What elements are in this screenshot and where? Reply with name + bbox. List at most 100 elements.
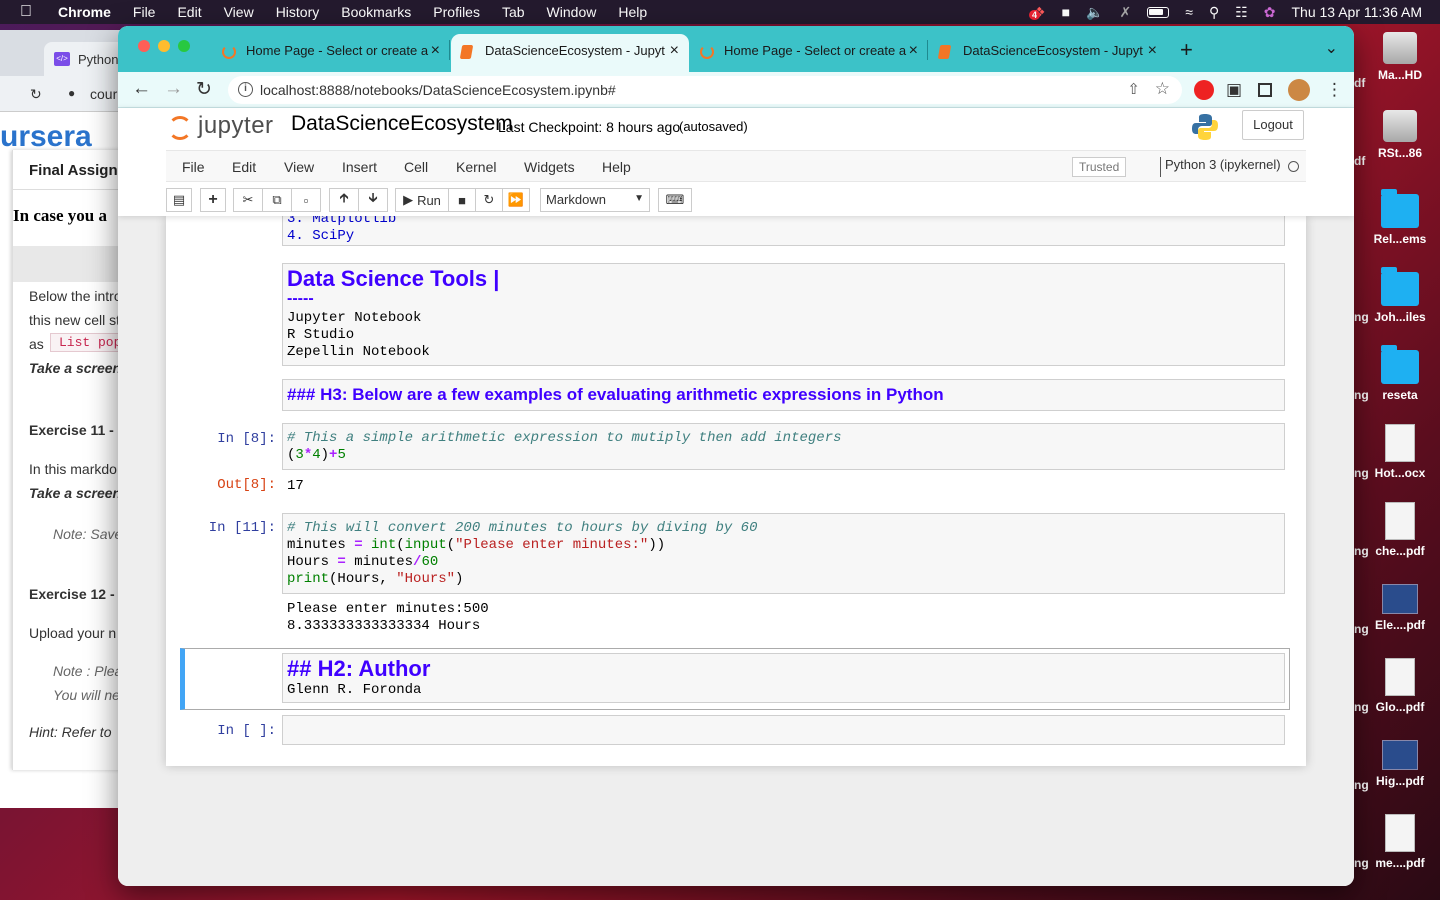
back-button[interactable]: ← (132, 78, 151, 100)
menu-help[interactable]: Help (607, 4, 658, 20)
siri-icon[interactable]: ✿ (1264, 4, 1276, 21)
menubar-clock[interactable]: Thu 13 Apr 11:36 AM (1292, 4, 1423, 20)
desktop-item[interactable]: Glo...pdf (1360, 658, 1440, 714)
scissors-icon: ✂ (242, 192, 254, 207)
menu-file[interactable]: File (122, 4, 167, 20)
desktop-item[interactable]: me....pdf (1360, 814, 1440, 870)
desktop-item[interactable]: Rel...ems (1360, 189, 1440, 246)
insert-cell-button[interactable]: + (200, 188, 226, 212)
markdown-cell-h3[interactable]: ### H3: Below are a few examples of eval… (282, 379, 1285, 411)
markdown-cell-author[interactable]: ## H2: Author Glenn R. Foronda (282, 653, 1285, 703)
run-group: ▶ Run ■ ↻ ⏩ (395, 188, 530, 212)
close-tab-icon[interactable]: × (909, 42, 918, 60)
h2-text: ## H2: Author (287, 656, 431, 681)
desktop-item[interactable]: RSt...86 (1360, 110, 1440, 160)
control-center-icon[interactable]: ☷ (1235, 4, 1248, 21)
run-button[interactable]: ▶ Run (395, 188, 449, 212)
messages-icon[interactable]: ■ (1062, 4, 1070, 20)
tab-title: Home Page - Select or create a (246, 43, 429, 58)
nb-menu-kernel[interactable]: Kernel (456, 159, 496, 175)
trusted-indicator[interactable]: Trusted (1072, 157, 1127, 177)
close-tab-icon[interactable]: × (670, 42, 679, 60)
desktop-item[interactable]: che...pdf (1360, 502, 1440, 558)
close-window-button[interactable] (138, 40, 150, 52)
restart-run-all-button[interactable]: ⏩ (502, 188, 530, 212)
move-up-button[interactable]: 🡱 (329, 188, 359, 212)
extension-red-icon[interactable] (1194, 80, 1214, 100)
menu-profiles[interactable]: Profiles (422, 4, 491, 20)
share-icon[interactable]: ⇧ (1127, 80, 1140, 98)
volume-icon[interactable]: 🔈 (1086, 4, 1103, 21)
menu-view[interactable]: View (213, 4, 265, 20)
paste-button[interactable]: ▫ (291, 188, 321, 212)
close-tab-icon[interactable]: × (431, 42, 440, 60)
interrupt-button[interactable]: ■ (448, 188, 476, 212)
nb-menu-cell[interactable]: Cell (404, 159, 428, 175)
new-tab-button[interactable]: + (1180, 37, 1193, 63)
tab-search-chevron-icon[interactable]: ⌄ (1325, 38, 1338, 58)
code-cell-8[interactable]: # This a simple arithmetic expression to… (282, 423, 1285, 470)
spotlight-search-icon[interactable]: ⚲ (1209, 4, 1219, 21)
desktop-item[interactable]: Hig...pdf (1360, 740, 1440, 788)
battery-icon[interactable] (1147, 6, 1170, 18)
address-bar[interactable]: i localhost:8888/notebooks/DataScienceEc… (228, 76, 1182, 104)
desktop-item[interactable]: Ele....pdf (1360, 584, 1440, 632)
site-info-icon[interactable]: i (238, 82, 253, 97)
side-panel-icon[interactable] (1258, 83, 1272, 97)
nb-menu-widgets[interactable]: Widgets (524, 159, 575, 175)
menu-window[interactable]: Window (536, 4, 608, 20)
maximize-window-button[interactable] (178, 40, 190, 52)
code-cell-11[interactable]: # This will convert 200 minutes to hours… (282, 513, 1285, 594)
minimize-window-button[interactable] (158, 40, 170, 52)
notebook-name[interactable]: DataScienceEcosystem (291, 112, 513, 136)
profile-avatar[interactable] (1288, 79, 1310, 101)
move-down-button[interactable]: 🡳 (358, 188, 388, 212)
cell-type-select[interactable]: Markdown ▼ (540, 188, 650, 212)
empty-code-cell[interactable] (282, 715, 1285, 745)
desktop-item[interactable]: Joh...iles (1360, 267, 1440, 324)
more-menu-icon[interactable]: ⋮ (1326, 80, 1346, 100)
tab-home-page-1[interactable]: Home Page - Select or create a × (212, 34, 450, 72)
markdown-cell-tools[interactable]: Data Science Tools | ----- Jupyter Noteb… (282, 263, 1285, 366)
markdown-cell-libraries[interactable]: 3. Matplotlib 4. SciPy (282, 216, 1285, 246)
wifi-icon[interactable]: ≈ (1185, 4, 1193, 20)
desktop-item[interactable]: reseta (1360, 345, 1440, 402)
cut-button[interactable]: ✂ (233, 188, 263, 212)
menu-edit[interactable]: Edit (166, 4, 212, 20)
reload-icon[interactable]: ↻ (30, 86, 42, 103)
nb-menu-file[interactable]: File (182, 159, 205, 175)
desktop-item[interactable]: Ma...HD (1360, 32, 1440, 82)
save-button[interactable]: ▤ (166, 188, 192, 212)
desktop-item[interactable]: Hot...ocx (1360, 424, 1440, 480)
kernel-name[interactable]: Python 3 (ipykernel) (1160, 157, 1281, 177)
notification-badge: 4 (1029, 9, 1041, 20)
nb-menu-edit[interactable]: Edit (232, 159, 256, 175)
menu-bookmarks[interactable]: Bookmarks (330, 4, 422, 20)
nb-menu-view[interactable]: View (284, 159, 314, 175)
menu-app-name[interactable]: Chrome (52, 4, 122, 20)
copy-button[interactable]: ⧉ (262, 188, 292, 212)
menu-history[interactable]: History (265, 4, 331, 20)
panel-note: Note : Plea (53, 663, 123, 679)
desktop-item-label: Hig...pdf (1376, 774, 1424, 788)
nb-menu-insert[interactable]: Insert (342, 159, 377, 175)
menu-tab[interactable]: Tab (491, 4, 536, 20)
forward-button[interactable]: → (164, 78, 183, 100)
tab-datascience-ecosystem-2[interactable]: DataScienceEcosystem - Jupyt × (929, 34, 1167, 72)
close-tab-icon[interactable]: × (1148, 42, 1157, 60)
tab-home-page-2[interactable]: Home Page - Select or create a × (690, 34, 928, 72)
logout-button[interactable]: Logout (1242, 110, 1304, 140)
bookmark-star-icon[interactable]: ☆ (1155, 79, 1170, 99)
extension-status-icon[interactable]: ❖4 (1029, 4, 1046, 21)
reload-button[interactable]: ↻ (196, 78, 212, 101)
restart-button[interactable]: ↻ (475, 188, 503, 212)
panel-line: this new cell st (29, 312, 121, 328)
extensions-puzzle-icon[interactable]: ▣ (1226, 80, 1246, 100)
apple-icon[interactable]:  (0, 3, 52, 21)
panel-line: Below the intro (29, 288, 122, 304)
command-palette-button[interactable]: ⌨ (658, 188, 692, 212)
tab-datascience-ecosystem-active[interactable]: DataScienceEcosystem - Jupyt × (451, 34, 689, 72)
code-comment: # This a simple arithmetic expression to… (287, 430, 842, 446)
nb-menu-help[interactable]: Help (602, 159, 631, 175)
bluetooth-icon[interactable]: ✗ (1120, 4, 1132, 21)
